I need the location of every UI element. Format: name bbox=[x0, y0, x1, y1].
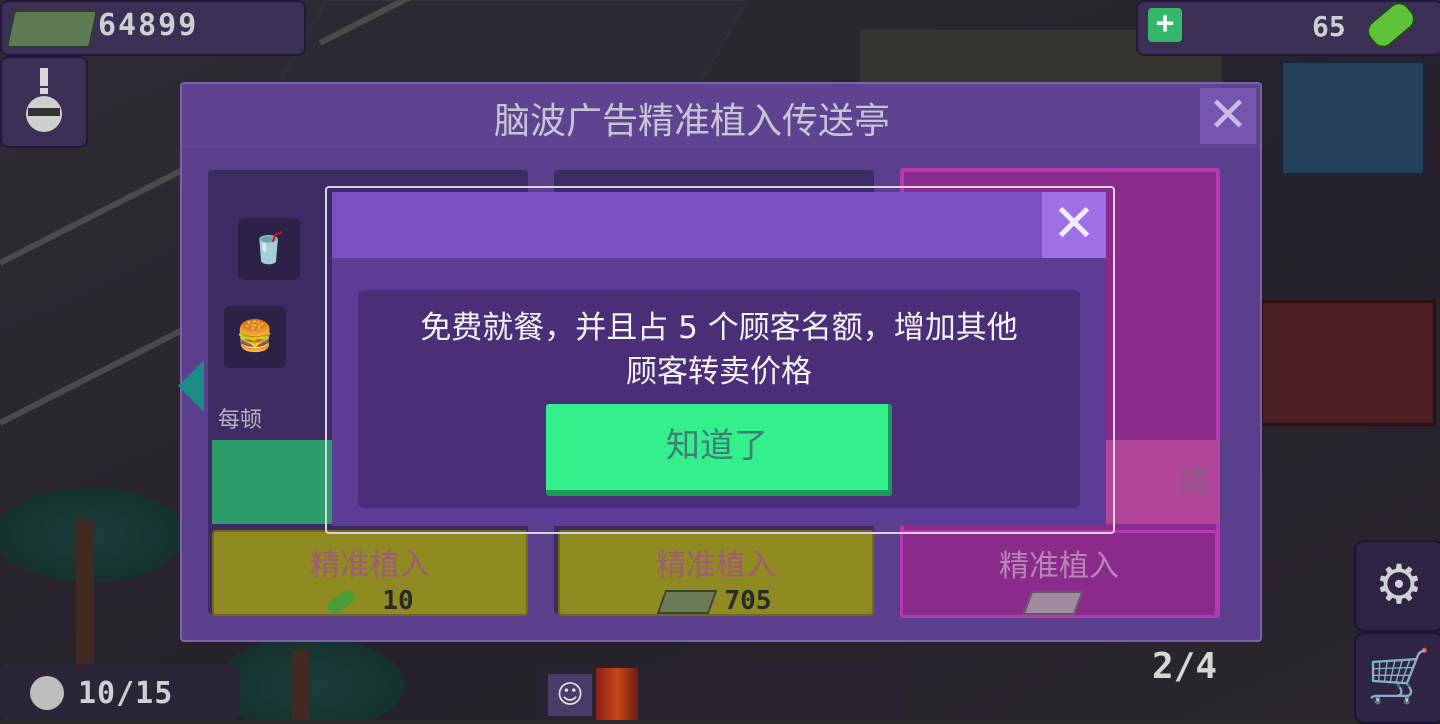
cash-icon bbox=[5, 10, 99, 48]
gear-icon: ⚙ bbox=[1374, 553, 1424, 616]
customer-count-value: 10/15 bbox=[78, 676, 174, 711]
mood-bar: ☺ bbox=[540, 668, 900, 720]
implant-button-2[interactable]: 精准植入 705 bbox=[558, 530, 874, 616]
modal-message-line-2: 顾客转卖价格 bbox=[626, 354, 812, 390]
customer-count: 10/15 bbox=[0, 664, 240, 720]
implant-button-1[interactable]: 精准植入 10 bbox=[212, 530, 528, 616]
shop-button[interactable]: 🛒 bbox=[1354, 632, 1440, 724]
implant-cost-2: 705 bbox=[560, 586, 872, 616]
energy-counter: + 65 bbox=[1136, 0, 1440, 56]
ok-button[interactable]: 知道了 bbox=[546, 404, 892, 496]
energy-value: 65 bbox=[1312, 10, 1346, 43]
burger-icon: 🍔 bbox=[224, 306, 286, 368]
info-modal: ✕ 免费就餐，并且占 5 个顾客名额，增加其他 顾客转卖价格 知道了 bbox=[332, 192, 1106, 526]
vip-button[interactable] bbox=[0, 56, 88, 148]
implant-label-2: 精准植入 bbox=[656, 548, 776, 583]
per-meal-label: 每顿 bbox=[218, 408, 263, 433]
vip-character-icon bbox=[26, 68, 62, 132]
customer-icon bbox=[30, 676, 64, 710]
card3-detail-label: 情 bbox=[1177, 463, 1210, 501]
cash-icon bbox=[656, 589, 717, 614]
modal-close-button[interactable]: ✕ bbox=[1042, 192, 1106, 258]
panel-header: 脑波广告精准植入传送亭 ✕ bbox=[182, 84, 1260, 148]
cash-icon bbox=[1022, 590, 1084, 615]
implant-cost-value-2: 705 bbox=[724, 586, 772, 616]
previous-page-arrow-icon[interactable] bbox=[178, 360, 204, 412]
player-face-icon: ☺ bbox=[548, 674, 592, 716]
card1-upgrade-button[interactable]: 等 bbox=[212, 440, 442, 524]
modal-header: ✕ bbox=[332, 192, 1106, 258]
energy-battery-icon bbox=[1362, 0, 1420, 53]
settings-button[interactable]: ⚙ bbox=[1354, 540, 1440, 632]
money-counter: 64899 bbox=[0, 0, 306, 56]
panel-title: 脑波广告精准植入传送亭 bbox=[493, 101, 890, 142]
modal-message-line-1: 免费就餐，并且占 5 个顾客名额，增加其他 bbox=[420, 310, 1018, 346]
energy-icon bbox=[325, 587, 358, 616]
page-indicator: 2/4 bbox=[1152, 646, 1218, 687]
modal-message: 免费就餐，并且占 5 个顾客名额，增加其他 顾客转卖价格 bbox=[358, 306, 1080, 394]
add-energy-button[interactable]: + bbox=[1148, 8, 1182, 42]
implant-button-3[interactable]: 精准植入 bbox=[900, 530, 1218, 618]
implant-cost-value-1: 10 bbox=[382, 586, 414, 616]
implant-cost-1: 10 bbox=[214, 586, 526, 616]
implant-label-1: 精准植入 bbox=[310, 548, 430, 583]
implant-cost-3 bbox=[903, 587, 1215, 617]
drink-icon: 🥤 bbox=[238, 218, 300, 280]
mood-meter bbox=[596, 668, 638, 720]
money-value: 64899 bbox=[98, 8, 199, 43]
panel-close-button[interactable]: ✕ bbox=[1200, 88, 1256, 144]
cart-icon: 🛒 bbox=[1366, 647, 1432, 707]
implant-label-3: 精准植入 bbox=[999, 549, 1119, 584]
modal-body: 免费就餐，并且占 5 个顾客名额，增加其他 顾客转卖价格 知道了 bbox=[358, 290, 1080, 508]
